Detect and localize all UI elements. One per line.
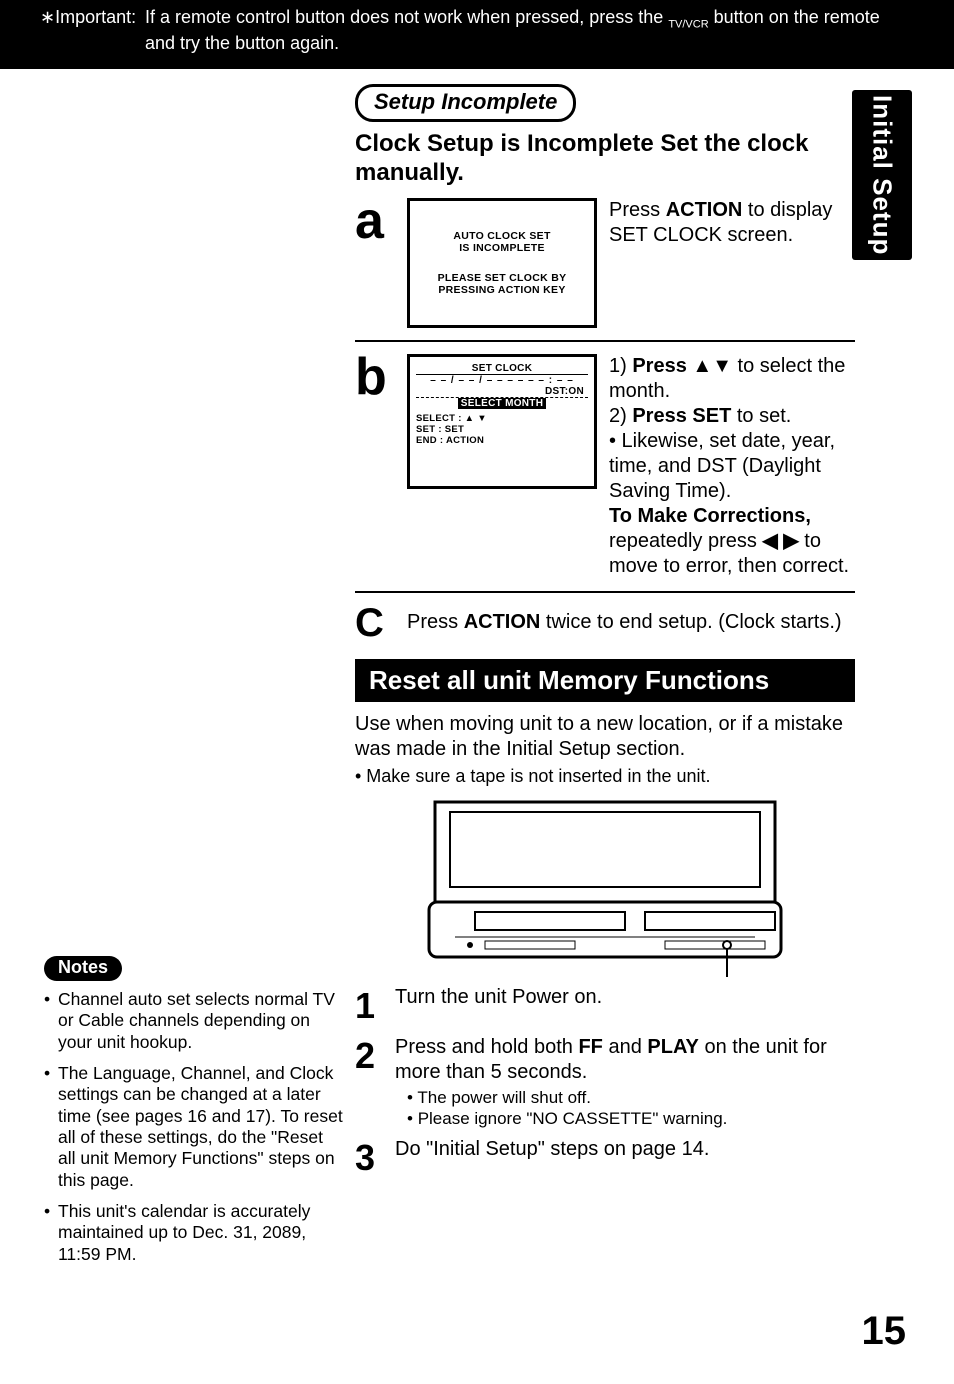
reset-section-bar: Reset all unit Memory Functions — [355, 659, 855, 702]
reset-step-1: 1 Turn the unit Power on. — [355, 985, 855, 1027]
osd-b-select-month: SELECT MONTH — [458, 398, 547, 409]
osd-a-line1: AUTO CLOCK SET — [418, 230, 586, 242]
step-a-row: a AUTO CLOCK SET IS INCOMPLETE PLEASE SE… — [355, 198, 855, 328]
b-2-pre: 2) — [609, 405, 632, 427]
osd-a-line2: IS INCOMPLETE — [418, 242, 586, 254]
clock-setup-heading: Clock Setup is Incomplete Set the clock … — [355, 130, 855, 188]
note-item: This unit's calendar is accurately maint… — [44, 1201, 344, 1265]
osd-b-legend2: SET : SET — [416, 424, 588, 435]
banner-text-1: If a remote control button does not work… — [145, 7, 668, 27]
reset-intro: Use when moving unit to a new location, … — [355, 712, 855, 762]
a-desc-bold: ACTION — [666, 199, 743, 221]
b-1-bold: Press ▲▼ — [632, 355, 732, 377]
note-item: Channel auto set selects normal TV or Ca… — [44, 989, 344, 1053]
tvvcr-label: TV/VCR — [668, 19, 708, 31]
notes-label: Notes — [44, 956, 122, 981]
osd-a-line4: PRESSING ACTION KEY — [418, 284, 586, 296]
b-2-bold: Press SET — [632, 405, 731, 427]
s2-mid: and — [603, 1036, 647, 1058]
step-2-text: Press and hold both FF and PLAY on the u… — [395, 1035, 855, 1130]
page-number: 15 — [862, 1309, 907, 1354]
c-pre: Press — [407, 611, 464, 633]
section-tab-initial-setup: Initial Setup — [852, 90, 912, 260]
step-num-1: 1 — [355, 985, 381, 1027]
step-num-3: 3 — [355, 1137, 381, 1179]
step-b-letter: b — [355, 354, 395, 401]
step-a-letter: a — [355, 198, 395, 245]
step-1-text: Turn the unit Power on. — [395, 985, 855, 1010]
divider-2 — [355, 591, 855, 593]
osd-b-legend1: SELECT : ▲ ▼ — [416, 413, 588, 424]
b-1-pre: 1) — [609, 355, 632, 377]
osd-screen-a: AUTO CLOCK SET IS INCOMPLETE PLEASE SET … — [407, 198, 597, 328]
osd-b-legend3: END : ACTION — [416, 435, 588, 446]
s2-pre: Press and hold both — [395, 1036, 578, 1058]
s2-sub1: The power will shut off. — [407, 1087, 855, 1108]
s2-ff: FF — [578, 1036, 602, 1058]
b-corr-bold: To Make Corrections, — [609, 504, 855, 529]
important-message: If a remote control button does not work… — [145, 6, 905, 55]
notes-column: Notes Channel auto set selects normal TV… — [44, 956, 344, 1275]
s2-sub2: Please ignore "NO CASSETTE" warning. — [407, 1108, 855, 1129]
reset-intro-bullet: • Make sure a tape is not inserted in th… — [355, 766, 855, 787]
note-item: The Language, Channel, and Clock setting… — [44, 1063, 344, 1191]
c-bold: ACTION — [464, 611, 541, 633]
reset-step-3: 3 Do "Initial Setup" steps on page 14. — [355, 1137, 855, 1179]
b-corr-pre: repeatedly press — [609, 530, 762, 552]
b-bullet: • Likewise, set date, year, time, and DS… — [609, 429, 855, 504]
osd-a-line3: PLEASE SET CLOCK BY — [418, 272, 586, 284]
important-banner: ∗Important: If a remote control button d… — [0, 0, 954, 69]
a-desc-pre: Press — [609, 199, 666, 221]
setup-incomplete-pill: Setup Incomplete — [355, 84, 576, 122]
step-a-desc: Press ACTION to display SET CLOCK screen… — [609, 198, 855, 248]
step-b-row: b SET CLOCK – – / – – / – – – – – – : – … — [355, 354, 855, 579]
step-c-row: C Press ACTION twice to end setup. (Cloc… — [355, 605, 855, 641]
notes-list: Channel auto set selects normal TV or Ca… — [44, 989, 344, 1265]
important-prefix: ∗Important: — [40, 6, 140, 29]
osd-screen-b: SET CLOCK – – / – – / – – – – – – : – – … — [407, 354, 597, 489]
divider-1 — [355, 340, 855, 342]
tv-vcr-unit-illustration — [415, 797, 795, 977]
step-c-letter: C — [355, 605, 395, 641]
step-3-text: Do "Initial Setup" steps on page 14. — [395, 1137, 855, 1162]
left-right-arrows-icon: ◀ ▶ — [762, 530, 798, 552]
main-content: Setup Incomplete Clock Setup is Incomple… — [355, 84, 855, 1179]
b-2-post: to set. — [731, 405, 791, 427]
step-num-2: 2 — [355, 1035, 381, 1077]
osd-b-dashes: – – / – – / – – – – – – : – – — [416, 375, 588, 386]
reset-step-2: 2 Press and hold both FF and PLAY on the… — [355, 1035, 855, 1130]
step-b-desc: 1) Press ▲▼ to select the month. 2) Pres… — [609, 354, 855, 579]
step-c-desc: Press ACTION twice to end setup. (Clock … — [407, 610, 855, 635]
s2-play: PLAY — [647, 1036, 699, 1058]
c-post: twice to end setup. (Clock starts.) — [540, 611, 841, 633]
osd-b-title: SET CLOCK — [416, 363, 588, 375]
osd-b-dst: DST:ON — [416, 386, 588, 398]
